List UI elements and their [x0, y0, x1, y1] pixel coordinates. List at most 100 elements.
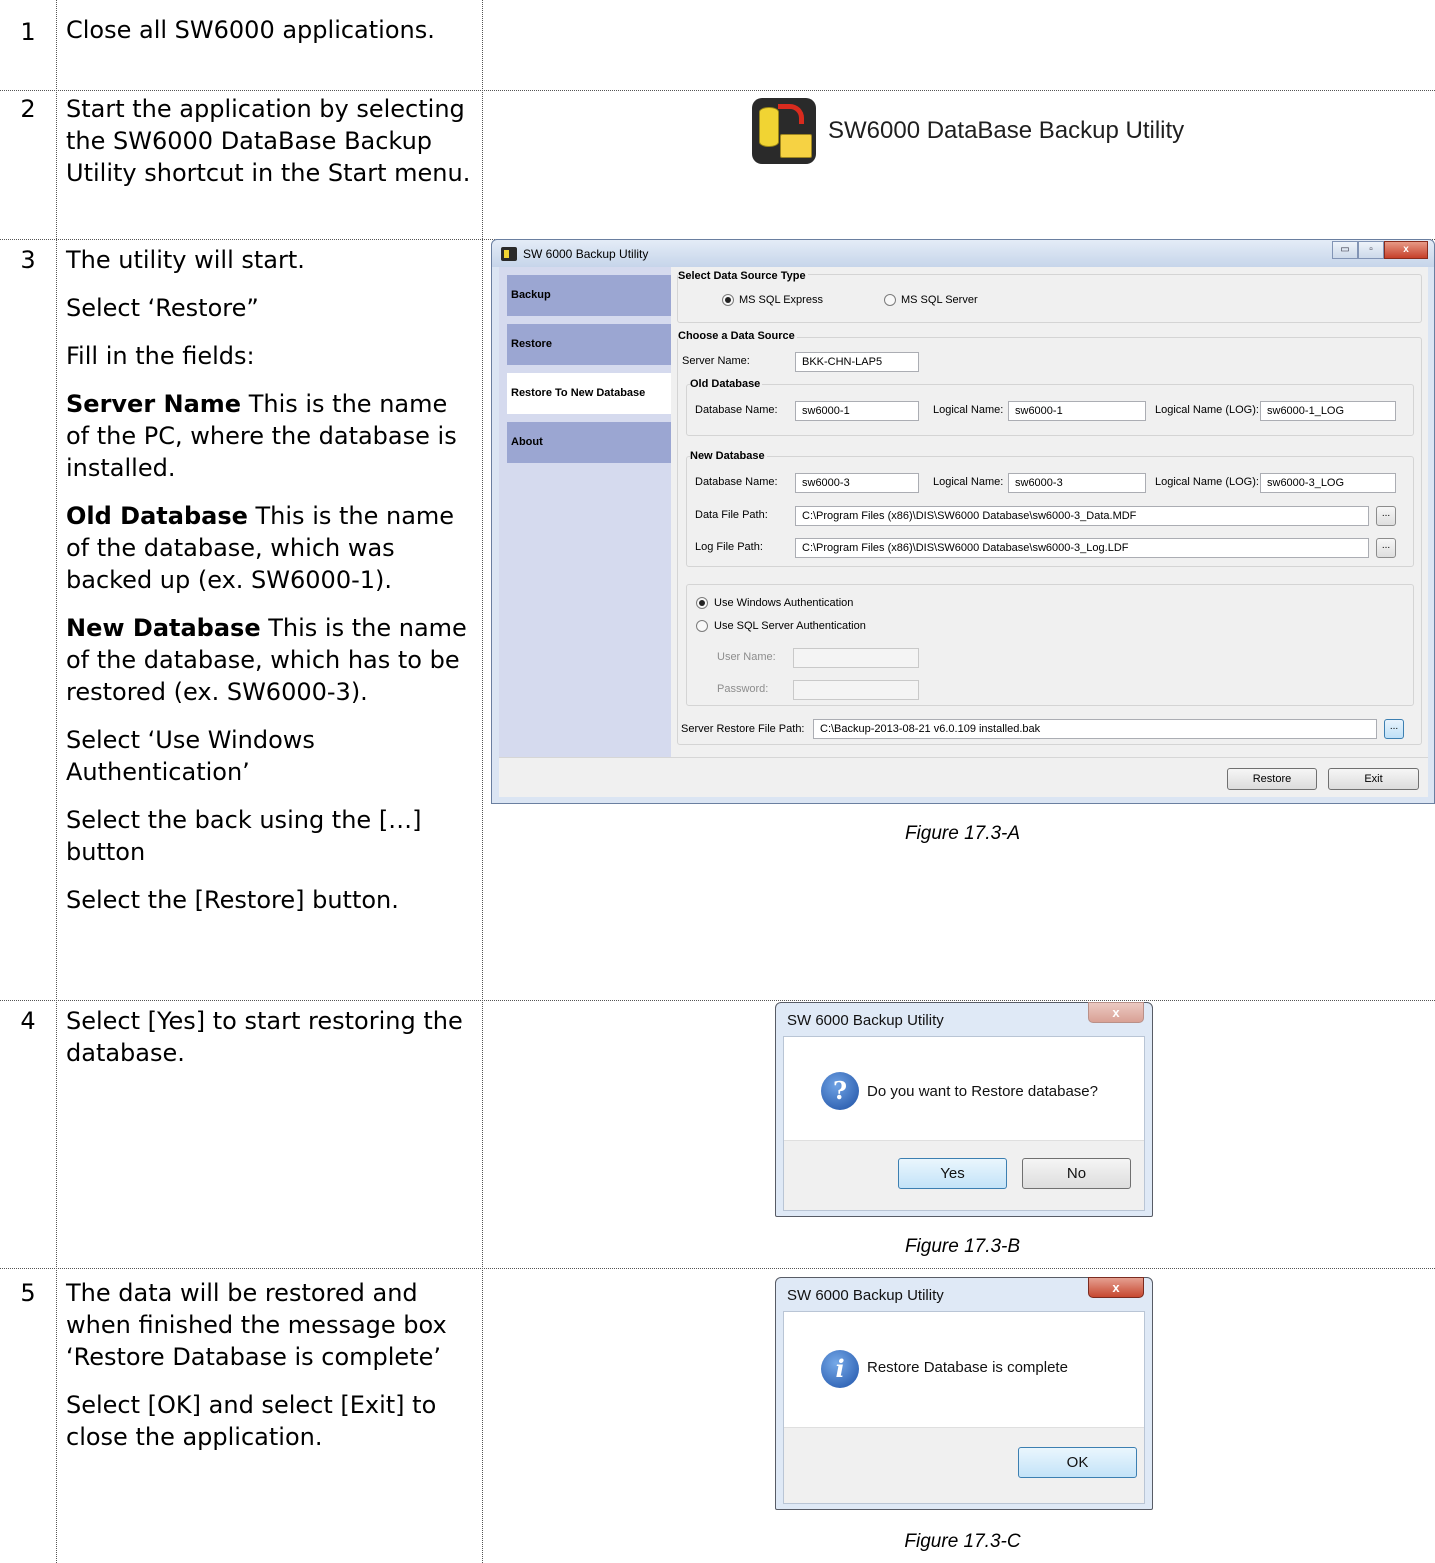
restore-file-path-input[interactable]: C:\Backup-2013-08-21 v6.0.109 installed.…: [813, 719, 1377, 739]
step-text: The data will be restored and when finis…: [66, 1269, 478, 1469]
step-number: 3: [20, 246, 36, 274]
yes-button[interactable]: Yes: [898, 1158, 1007, 1189]
window-controls: ▭ ▫ x: [1332, 241, 1428, 259]
step-row-4: 4 Select [Yes] to start restoring the da…: [0, 1000, 1435, 1268]
step-para: Select ‘Use Windows Authentication’: [66, 726, 315, 786]
old-logical-name-input[interactable]: sw6000-1: [1008, 401, 1146, 421]
dialog-button-bar: OK: [784, 1427, 1144, 1503]
data-file-browse-button[interactable]: ...: [1376, 506, 1396, 526]
step-para: The data will be restored and when finis…: [66, 1279, 447, 1371]
nav-restore[interactable]: Restore: [507, 324, 671, 365]
new-logical-log-input[interactable]: sw6000-3_LOG: [1260, 473, 1396, 493]
dialog-body: ? Do you want to Restore database? Yes N…: [783, 1036, 1145, 1211]
password-label: Password:: [717, 683, 769, 695]
user-name-label: User Name:: [717, 651, 776, 663]
term: Old Database: [66, 502, 248, 530]
window-title: SW 6000 Backup Utility: [523, 246, 649, 261]
step-para: Close all SW6000 applications.: [66, 16, 435, 44]
password-input[interactable]: [793, 680, 919, 700]
information-icon: i: [821, 1350, 859, 1388]
step-para: Select [OK] and select [Exit] to close t…: [66, 1391, 437, 1451]
windows-auth-radio[interactable]: [696, 597, 708, 609]
app-icon: [501, 246, 517, 261]
ms-sql-express-radio[interactable]: [722, 294, 734, 306]
ok-button[interactable]: OK: [1018, 1447, 1137, 1478]
confirm-restore-dialog: SW 6000 Backup Utility x ? Do you want t…: [775, 1002, 1153, 1217]
maximize-button[interactable]: ▫: [1358, 241, 1384, 259]
dialog-message: Do you want to Restore database?: [867, 1083, 1098, 1100]
database-backup-icon: [752, 98, 816, 164]
step-row-1: 1 Close all SW6000 applications.: [0, 0, 1435, 90]
log-file-path-input[interactable]: C:\Program Files (x86)\DIS\SW6000 Databa…: [795, 538, 1369, 558]
step-para: Select the back using the […] button: [66, 806, 422, 866]
step-number: 5: [20, 1279, 36, 1307]
user-name-input[interactable]: [793, 648, 919, 668]
nav-restore-to-new-database[interactable]: Restore To New Database: [507, 373, 671, 414]
new-logical-name-input[interactable]: sw6000-3: [1008, 473, 1146, 493]
old-logical-log-label: Logical Name (LOG):: [1155, 404, 1259, 416]
step-para: Old Database This is the name of the dat…: [66, 500, 478, 596]
server-name-input[interactable]: BKK-CHN-LAP5: [795, 352, 919, 372]
step-text: Select [Yes] to start restoring the data…: [66, 1001, 478, 1085]
term: Server Name: [66, 390, 242, 418]
window-titlebar: SW 6000 Backup Utility ▭ ▫ x: [492, 240, 1434, 267]
folder-shape: [780, 134, 812, 158]
step-row-5: 5 The data will be restored and when fin…: [0, 1268, 1435, 1563]
ms-sql-server-label: MS SQL Server: [901, 294, 978, 306]
data-file-path-label: Data File Path:: [695, 509, 768, 521]
database-cylinder-shape: [759, 107, 779, 147]
window-client: Backup Restore Restore To New Database A…: [499, 267, 1428, 797]
backup-utility-shortcut[interactable]: SW6000 DataBase Backup Utility: [752, 96, 1184, 166]
sql-auth-label: Use SQL Server Authentication: [714, 620, 866, 632]
dialog-message: Restore Database is complete: [867, 1359, 1068, 1376]
old-db-name-input[interactable]: sw6000-1: [795, 401, 919, 421]
exit-button[interactable]: Exit: [1328, 768, 1419, 790]
new-logical-name-label: Logical Name:: [933, 476, 1004, 488]
sql-auth-radio[interactable]: [696, 620, 708, 632]
arrow-shape: [778, 104, 804, 124]
step-para: Start the application by selecting the S…: [66, 95, 471, 187]
restore-file-path-label: Server Restore File Path:: [681, 723, 805, 735]
server-name-label: Server Name:: [682, 355, 750, 367]
backup-utility-window: SW 6000 Backup Utility ▭ ▫ x Backup Rest…: [491, 239, 1435, 804]
term: New Database: [66, 614, 261, 642]
dialog-close-button[interactable]: x: [1088, 1277, 1144, 1298]
restore-button[interactable]: Restore: [1227, 768, 1317, 790]
log-file-path-label: Log File Path:: [695, 541, 763, 553]
nav-about[interactable]: About: [507, 422, 671, 463]
step-para: Fill in the fields:: [66, 342, 255, 370]
old-logical-log-input[interactable]: sw6000-1_LOG: [1260, 401, 1396, 421]
figure-caption-c: Figure 17.3-C: [904, 1531, 1021, 1552]
dialog-close-button[interactable]: x: [1088, 1002, 1144, 1023]
no-button[interactable]: No: [1022, 1158, 1131, 1189]
close-button[interactable]: x: [1384, 241, 1428, 259]
windows-auth-label: Use Windows Authentication: [714, 597, 854, 609]
dialog-button-bar: Yes No: [784, 1140, 1144, 1210]
old-db-name-label: Database Name:: [695, 404, 778, 416]
step-para: Select [Yes] to start restoring the data…: [66, 1007, 463, 1067]
old-logical-name-label: Logical Name:: [933, 404, 1004, 416]
step-para: Server Name This is the name of the PC, …: [66, 388, 478, 484]
step-text: Close all SW6000 applications.: [66, 0, 478, 62]
step-text: Start the application by selecting the S…: [66, 91, 478, 205]
figure-caption-b: Figure 17.3-B: [904, 1236, 1021, 1257]
ms-sql-express-label: MS SQL Express: [739, 294, 823, 306]
new-database-legend: New Database: [690, 450, 767, 462]
minimize-button[interactable]: ▭: [1332, 241, 1358, 259]
restore-file-browse-button[interactable]: ...: [1384, 719, 1404, 739]
data-source-legend: Choose a Data Source: [678, 330, 797, 342]
restore-complete-dialog: SW 6000 Backup Utility x i Restore Datab…: [775, 1277, 1153, 1510]
ms-sql-server-radio[interactable]: [884, 294, 896, 306]
shortcut-label: SW6000 DataBase Backup Utility: [828, 117, 1185, 144]
data-file-path-input[interactable]: C:\Program Files (x86)\DIS\SW6000 Databa…: [795, 506, 1369, 526]
new-db-name-label: Database Name:: [695, 476, 778, 488]
step-number: 1: [20, 18, 36, 46]
new-logical-log-label: Logical Name (LOG):: [1155, 476, 1259, 488]
old-database-legend: Old Database: [690, 378, 763, 390]
nav-backup[interactable]: Backup: [507, 275, 671, 316]
log-file-browse-button[interactable]: ...: [1376, 538, 1396, 558]
step-para: The utility will start.: [66, 246, 305, 274]
new-db-name-input[interactable]: sw6000-3: [795, 473, 919, 493]
step-para: Select ‘Restore”: [66, 294, 259, 322]
figure-caption-a: Figure 17.3-A: [904, 823, 1021, 844]
